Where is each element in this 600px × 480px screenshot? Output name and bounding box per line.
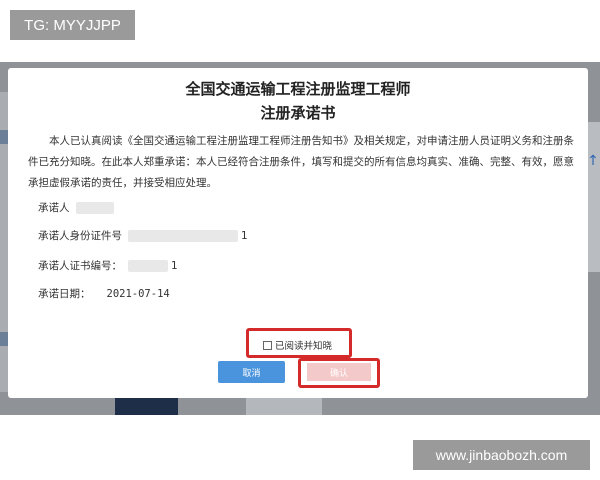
commitment-date-value: 2021-07-14	[106, 287, 170, 300]
id-number-field: 承诺人身份证件号 1	[38, 228, 248, 243]
agree-checkbox[interactable]	[263, 340, 272, 350]
arrow-up-icon: ↑	[587, 153, 599, 169]
redacted-name	[75, 201, 114, 214]
commitment-statement: 本人已认真阅读《全国交通运输工程注册监理工程师注册告知书》及相关规定，对申请注册…	[28, 135, 574, 189]
redacted-id-number	[128, 229, 238, 242]
certificate-number-label: 承诺人证书编号：	[38, 260, 122, 272]
watermark-site-label: www.jinbaobozh.com	[413, 440, 590, 470]
commitment-date-label: 承诺日期：	[38, 288, 91, 300]
redacted-certificate-number	[128, 259, 168, 272]
agree-checkbox-label: 已阅读并知晓	[275, 341, 333, 352]
agree-checkbox-row[interactable]: 已阅读并知晓	[263, 338, 332, 352]
cancel-button[interactable]: 取消	[218, 361, 285, 383]
background-left-sidebar	[0, 92, 8, 392]
id-number-tail: 1	[241, 229, 248, 242]
commitment-date-field: 承诺日期： 2021-07-14	[38, 286, 170, 301]
registration-commitment-dialog: 全国交通运输工程注册监理工程师 注册承诺书 本人已认真阅读《全国交通运输工程注册…	[8, 68, 588, 398]
dialog-subtitle: 注册承诺书	[260, 104, 336, 122]
background-photo	[115, 398, 178, 415]
certificate-number-field: 承诺人证书编号： 1	[38, 258, 178, 273]
promiser-field: 承诺人	[38, 200, 114, 215]
id-number-label: 承诺人身份证件号	[38, 230, 122, 242]
dialog-title: 全国交通运输工程注册监理工程师	[185, 80, 411, 98]
confirm-button[interactable]: 确认	[307, 363, 371, 381]
background-sidebar-mark	[0, 332, 8, 346]
certificate-number-tail: 1	[171, 259, 178, 272]
watermark-top-label: TG: MYYJJPP	[10, 10, 135, 40]
background-block	[246, 398, 322, 415]
promiser-label: 承诺人	[38, 202, 70, 214]
background-sidebar-mark	[0, 130, 8, 144]
